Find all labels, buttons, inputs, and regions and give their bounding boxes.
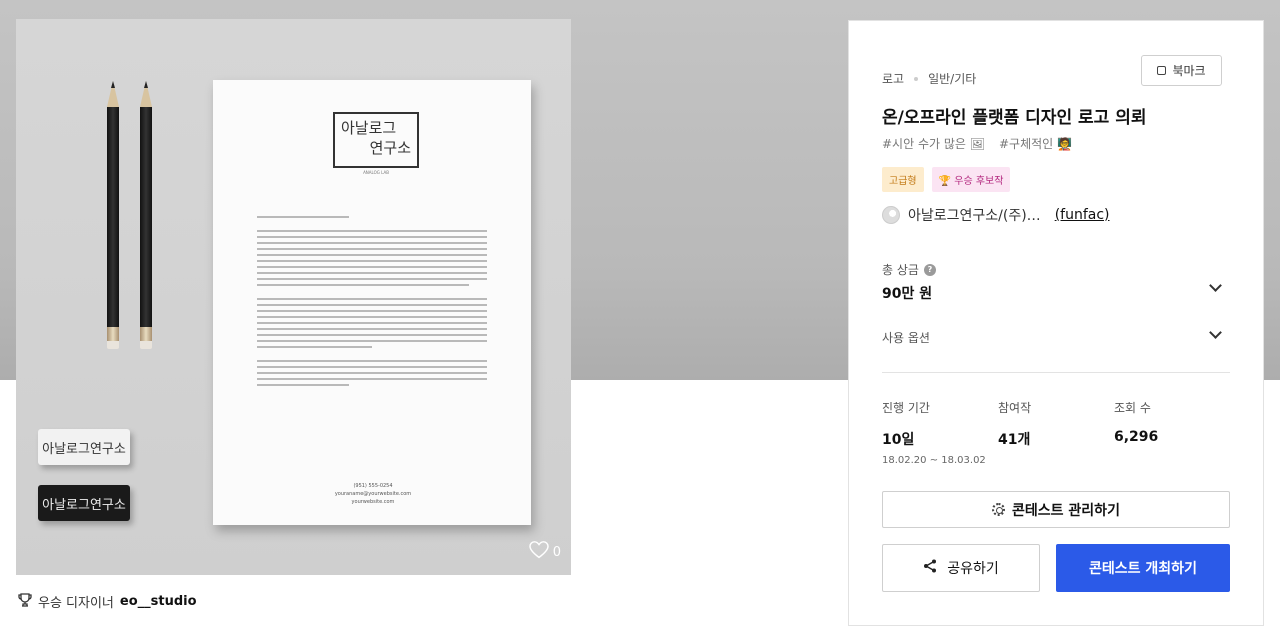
manage-contest-button[interactable]: 콘테스트 관리하기 bbox=[882, 491, 1230, 528]
stat-entries-label: 참여작 bbox=[998, 401, 1032, 415]
stat-period-label: 진행 기간 bbox=[882, 401, 930, 415]
host-name[interactable]: 아날로그연구소/(주)… bbox=[908, 205, 1041, 225]
premium-badge: 고급형 bbox=[882, 167, 924, 192]
pencil-image bbox=[106, 81, 119, 349]
share-label: 공유하기 bbox=[947, 561, 999, 577]
stat-views-label: 조회 수 bbox=[1114, 401, 1151, 415]
winner-credit: 우승 디자이너 eo__studio bbox=[18, 592, 197, 611]
host-username[interactable]: (funfac) bbox=[1055, 207, 1110, 223]
total-prize-value: 90만 원 bbox=[882, 286, 933, 302]
stat-entries: 참여작 41개 bbox=[998, 399, 1031, 449]
stat-period: 진행 기간 10일 18.02.20 ~ 18.03.02 bbox=[882, 399, 986, 466]
paper-footer-website: yourwebsite.com bbox=[351, 499, 395, 505]
open-contest-button[interactable]: 콘테스트 개최하기 bbox=[1056, 544, 1230, 592]
chevron-down-icon[interactable] bbox=[1209, 326, 1222, 339]
host-info: 아날로그연구소/(주)… (funfac) bbox=[882, 205, 1110, 225]
paper-logo: 아날로그 연구소 bbox=[333, 112, 419, 168]
usage-option-label[interactable]: 사용 옵션 bbox=[882, 329, 930, 346]
stat-entries-value: 41개 bbox=[998, 432, 1031, 448]
entry-image[interactable]: 아날로그연구소 아날로그연구소 아날로그 연구소 ANALOG LAB (951… bbox=[16, 19, 571, 575]
credit-prefix: 우승 디자이너 bbox=[38, 596, 114, 611]
paper-logo-subtitle: ANALOG LAB bbox=[363, 170, 389, 175]
breadcrumb-subcategory[interactable]: 일반/기타 bbox=[928, 70, 976, 87]
paper-footer-email: youraname@yourwebsite.com bbox=[334, 491, 412, 497]
tag-item[interactable]: #구체적인 🧑‍🏫 bbox=[999, 135, 1072, 152]
paper-logo-line1: 아날로그 bbox=[341, 119, 397, 137]
letterhead-paper: 아날로그 연구소 ANALOG LAB (951) 555-0254 youra… bbox=[213, 80, 531, 525]
total-prize-label-text: 총 상금 bbox=[882, 263, 919, 277]
share-icon bbox=[923, 559, 937, 577]
eraser-black-image: 아날로그연구소 bbox=[38, 485, 130, 521]
contest-info-card: 로고 일반/기타 북마크 온/오프라인 플랫폼 디자인 로고 의뢰 #시안 수가… bbox=[848, 20, 1264, 626]
chevron-down-icon[interactable] bbox=[1209, 279, 1222, 292]
stat-views: 조회 수 6,296 bbox=[1114, 399, 1158, 445]
paper-footer-phone: (951) 555-0254 bbox=[353, 483, 393, 489]
contest-title: 온/오프라인 플랫폼 디자인 로고 의뢰 bbox=[882, 108, 1147, 128]
heart-icon bbox=[528, 541, 549, 563]
bookmark-label: 북마크 bbox=[1172, 64, 1206, 78]
tag-item[interactable]: #시안 수가 많은 🖼 bbox=[882, 135, 985, 152]
gear-icon bbox=[992, 503, 1006, 516]
stat-views-value: 6,296 bbox=[1114, 429, 1159, 445]
winner-candidate-badge: 🏆 우승 후보작 bbox=[931, 167, 1011, 192]
breadcrumb: 로고 일반/기타 bbox=[882, 70, 976, 87]
eraser-white-image: 아날로그연구소 bbox=[38, 429, 130, 465]
paper-body-text bbox=[257, 216, 487, 390]
trophy-icon bbox=[18, 592, 32, 611]
breadcrumb-separator bbox=[914, 76, 919, 81]
like-button[interactable]: 0 bbox=[528, 541, 561, 563]
contest-tags: #시안 수가 많은 🖼 #구체적인 🧑‍🏫 bbox=[882, 135, 1072, 152]
share-button[interactable]: 공유하기 bbox=[882, 544, 1040, 592]
like-count: 0 bbox=[552, 544, 561, 560]
breadcrumb-category[interactable]: 로고 bbox=[882, 70, 904, 87]
designer-name[interactable]: eo__studio bbox=[120, 594, 197, 609]
stat-period-value: 10일 bbox=[882, 432, 915, 448]
bookmark-button[interactable]: 북마크 bbox=[1141, 55, 1222, 86]
stat-period-dates: 18.02.20 ~ 18.03.02 bbox=[882, 455, 986, 466]
host-avatar bbox=[882, 206, 900, 224]
contest-badges: 고급형 🏆 우승 후보작 bbox=[882, 167, 1011, 192]
paper-logo-line2: 연구소 bbox=[369, 139, 411, 157]
help-icon[interactable]: ? bbox=[923, 263, 936, 276]
bookmark-icon bbox=[1157, 66, 1167, 75]
total-prize-label: 총 상금 ? bbox=[882, 261, 936, 278]
pencil-image bbox=[139, 81, 152, 349]
paper-footer: (951) 555-0254 youraname@yourwebsite.com… bbox=[313, 482, 433, 506]
divider bbox=[882, 372, 1230, 373]
manage-contest-label: 콘테스트 관리하기 bbox=[1012, 502, 1120, 519]
